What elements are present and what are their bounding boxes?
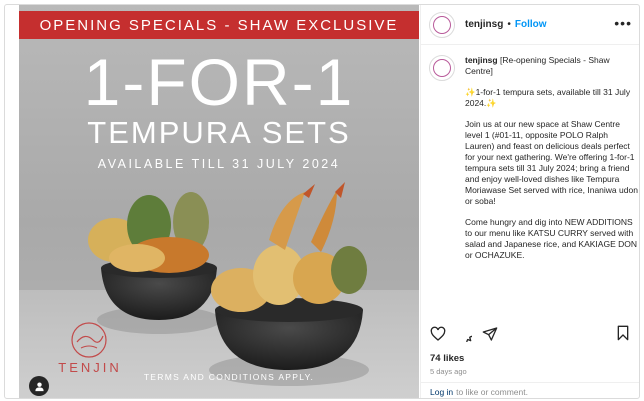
save-button[interactable] — [615, 325, 633, 343]
share-button[interactable] — [481, 325, 499, 343]
bookmark-icon — [617, 325, 629, 341]
post-timestamp[interactable]: 5 days ago — [430, 367, 467, 376]
avatar[interactable] — [429, 11, 455, 38]
promo-subhead: TEMPURA SETS — [87, 115, 351, 150]
avatar-logo-icon — [433, 59, 451, 77]
instagram-post: OPENING SPECIALS - SHAW EXCLUSIVE 1-FOR-… — [4, 4, 640, 399]
comment-button[interactable] — [455, 325, 473, 343]
share-icon — [482, 327, 498, 341]
post-header: tenjinsg • Follow ••• — [421, 5, 639, 45]
person-icon — [34, 381, 44, 391]
caption-paragraph-1: ✨1-for-1 tempura sets, available till 31… — [465, 87, 631, 108]
likes-count[interactable]: 74 likes — [430, 353, 464, 364]
like-button[interactable] — [429, 325, 447, 343]
caption-body: tenjinsg [Re-opening Specials - Shaw Cen… — [465, 55, 639, 261]
promo-availability: AVAILABLE TILL 31 JULY 2024 — [97, 157, 341, 171]
avatar-logo-icon — [433, 15, 451, 34]
comment-prompt: to like or comment. — [456, 386, 528, 397]
action-bar — [429, 323, 639, 345]
terms-note: TERMS AND CONDITIONS APPLY. — [143, 372, 315, 382]
caption-avatar[interactable] — [429, 55, 455, 81]
post-image[interactable]: OPENING SPECIALS - SHAW EXCLUSIVE 1-FOR-… — [19, 5, 419, 398]
comment-login-bar: Log in to like or comment. — [421, 382, 639, 398]
separator-dot: • — [507, 19, 511, 30]
caption-username[interactable]: tenjinsg — [465, 55, 498, 65]
tenjin-wordmark: TENJIN — [58, 360, 122, 375]
caption-paragraph-3: Come hungry and dig into NEW ADDITIONS t… — [465, 217, 637, 260]
tagged-users-button[interactable] — [29, 376, 49, 396]
more-options-icon[interactable]: ••• — [614, 15, 632, 31]
post-caption: tenjinsg [Re-opening Specials - Shaw Cen… — [429, 55, 639, 261]
post-details-panel: tenjinsg • Follow ••• tenjinsg [Re-openi… — [420, 5, 639, 398]
heart-icon — [430, 326, 446, 341]
promo-headline: 1-FOR-1 — [83, 45, 355, 119]
header-username[interactable]: tenjinsg — [465, 19, 503, 30]
login-link[interactable]: Log in — [430, 387, 453, 397]
tenjin-logo-icon — [71, 322, 107, 358]
promo-banner: OPENING SPECIALS - SHAW EXCLUSIVE — [19, 11, 419, 39]
caption-paragraph-2: Join us at our new space at Shaw Centre … — [465, 119, 638, 206]
follow-button[interactable]: Follow — [515, 19, 547, 30]
comment-icon — [466, 335, 472, 342]
